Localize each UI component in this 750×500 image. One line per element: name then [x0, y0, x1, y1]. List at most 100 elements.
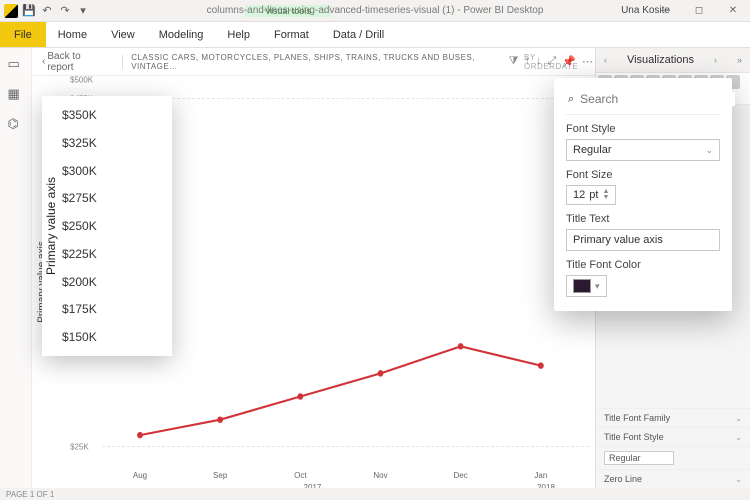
- prop-zero-line[interactable]: Zero Line ⌄: [596, 469, 750, 488]
- drill-toolbar: ⧩ ↑ ↓ ⤢ 📌 ⋯: [509, 50, 593, 72]
- collapse-icon[interactable]: »: [737, 55, 742, 65]
- visual-header-strip: ‹ Back to report CLASSIC CARS, MOTORCYCL…: [32, 48, 595, 76]
- zoom-tick: $225K: [62, 247, 164, 261]
- zoom-tick: $150K: [62, 330, 164, 344]
- chevron-left-icon: ‹: [604, 55, 607, 65]
- zoom-tick: $325K: [62, 136, 164, 150]
- ribbon-tab-data-drill[interactable]: Data / Drill: [321, 22, 396, 47]
- visualizations-pane-header[interactable]: ‹ Visualizations › »: [596, 48, 750, 73]
- ribbon-tab-format[interactable]: Format: [262, 22, 321, 47]
- app-logo-icon: [4, 4, 18, 18]
- zoom-tick: $200K: [62, 275, 164, 289]
- font-style-label: Font Style: [566, 123, 720, 135]
- prop-value: Regular: [609, 453, 641, 463]
- title-text-input[interactable]: Primary value axis: [566, 229, 720, 251]
- font-size-label: Font Size: [566, 169, 720, 181]
- save-icon[interactable]: 💾: [22, 4, 36, 18]
- chevron-down-icon: ⌄: [735, 475, 742, 484]
- chevron-right-icon: ›: [714, 55, 717, 65]
- zoom-axis-ticks: $350K $325K $300K $275K $250K $225K $200K $175K…: [60, 96, 172, 356]
- redo-icon[interactable]: ↷: [58, 4, 72, 18]
- divider: [122, 55, 123, 69]
- title-font-color-label: Title Font Color: [566, 259, 720, 271]
- prop-select[interactable]: Regular: [604, 451, 674, 465]
- legend-text: CLASSIC CARS, MOTORCYCLES, PLANES, SHIPS…: [131, 53, 516, 71]
- maximize-button[interactable]: ◻: [682, 0, 716, 21]
- prop-title-font-family[interactable]: Title Font Family ⌄: [596, 408, 750, 427]
- report-view-icon[interactable]: ▭: [8, 56, 24, 72]
- drill-up-icon[interactable]: ↑: [524, 55, 530, 67]
- format-search[interactable]: ⌕: [566, 88, 720, 115]
- page-indicator: PAGE 1 OF 1: [6, 490, 54, 499]
- ribbon-tab-help[interactable]: Help: [215, 22, 262, 47]
- model-view-icon[interactable]: ⌬: [8, 116, 24, 132]
- prop-label: Zero Line: [604, 474, 642, 484]
- status-bar: PAGE 1 OF 1: [0, 488, 750, 500]
- ribbon-tab-view[interactable]: View: [99, 22, 147, 47]
- more-options-icon[interactable]: ⋯: [582, 55, 593, 68]
- x-tick-label: Nov: [349, 471, 413, 480]
- format-popover: ⌕ Font Style Regular ⌄ Font Size 12 pt ▲…: [554, 78, 732, 311]
- visualizations-label: Visualizations: [627, 54, 694, 66]
- zoom-tick: $175K: [62, 302, 164, 316]
- window-controls: — ◻ ✕: [648, 0, 750, 21]
- y-tick: $25K: [70, 442, 89, 451]
- ribbon-tab-home[interactable]: Home: [46, 22, 99, 47]
- expand-icon[interactable]: ⤢: [547, 55, 556, 68]
- view-switcher-rail: ▭ ▦ ⌬: [0, 48, 32, 488]
- prop-title-font-style-value[interactable]: Regular: [596, 446, 750, 469]
- drill-down-icon[interactable]: ↓: [536, 55, 542, 67]
- file-tab[interactable]: File: [0, 22, 46, 47]
- stepper-down-icon[interactable]: ▼: [602, 195, 609, 201]
- quick-access-toolbar: 💾 ↶ ↷ ▾: [0, 4, 90, 18]
- zoom-axis-title: Primary value axis: [42, 96, 60, 356]
- chevron-down-icon: ⌄: [735, 414, 742, 423]
- font-size-input[interactable]: 12 pt ▲ ▼: [566, 185, 616, 205]
- chevron-left-icon: ‹: [42, 56, 45, 67]
- back-to-report-label: Back to report: [47, 51, 108, 73]
- prop-label: Title Font Style: [604, 432, 664, 442]
- x-tick-label: Oct: [268, 471, 332, 480]
- prop-label: Title Font Family: [604, 413, 670, 423]
- zoom-tick: $275K: [62, 191, 164, 205]
- x-tick-label: Dec: [429, 471, 493, 480]
- zoom-tick: $250K: [62, 219, 164, 233]
- font-style-value: Regular: [573, 144, 612, 156]
- qat-dropdown-icon[interactable]: ▾: [76, 4, 90, 18]
- undo-icon[interactable]: ↶: [40, 4, 54, 18]
- chevron-down-icon: ▾: [595, 281, 600, 292]
- plot-region: AugSepOctNovDecJan: [102, 80, 589, 466]
- x-tick-label: Aug: [108, 471, 172, 480]
- ribbon-tab-modeling[interactable]: Modeling: [147, 22, 216, 47]
- minimize-button[interactable]: —: [648, 0, 682, 21]
- x-tick-label: Jan: [509, 471, 573, 480]
- search-input[interactable]: [580, 92, 735, 106]
- title-text-value: Primary value axis: [573, 234, 663, 246]
- prop-title-font-style[interactable]: Title Font Style ⌄: [596, 427, 750, 446]
- pin-icon[interactable]: 📌: [562, 55, 576, 68]
- legend-categories[interactable]: CLASSIC CARS, MOTORCYCLES, PLANES, SHIPS…: [131, 53, 516, 71]
- font-size-unit: pt: [589, 189, 598, 201]
- zoom-tick: $350K: [62, 108, 164, 122]
- axis-zoom-callout: Primary value axis $350K$325K$300K$275K$…: [42, 96, 172, 356]
- zoom-tick: $300K: [62, 164, 164, 178]
- font-size-value: 12: [573, 189, 585, 201]
- color-swatch: [573, 279, 591, 293]
- close-button[interactable]: ✕: [716, 0, 750, 21]
- title-bar: 💾 ↶ ↷ ▾ Visual tools columns-and-lines-u…: [0, 0, 750, 22]
- chevron-down-icon: ⌄: [705, 145, 713, 156]
- ribbon: File Home View Modeling Help Format Data…: [0, 22, 750, 48]
- data-view-icon[interactable]: ▦: [8, 86, 24, 102]
- window-title: columns-and-lines-using-advanced-timeser…: [207, 5, 544, 16]
- font-style-select[interactable]: Regular ⌄: [566, 139, 720, 161]
- color-swatch-button[interactable]: ▾: [566, 275, 607, 297]
- y-tick: $500K: [70, 76, 93, 85]
- search-icon: ⌕: [568, 93, 574, 106]
- filter-icon[interactable]: ⧩: [509, 55, 519, 68]
- font-size-stepper[interactable]: 12 pt ▲ ▼: [566, 185, 720, 205]
- title-text-label: Title Text: [566, 213, 720, 225]
- title-font-color-picker[interactable]: ▾: [566, 275, 720, 297]
- chevron-down-icon: ⌄: [735, 433, 742, 442]
- back-to-report-button[interactable]: ‹ Back to report: [36, 49, 114, 75]
- x-tick-label: Sep: [188, 471, 252, 480]
